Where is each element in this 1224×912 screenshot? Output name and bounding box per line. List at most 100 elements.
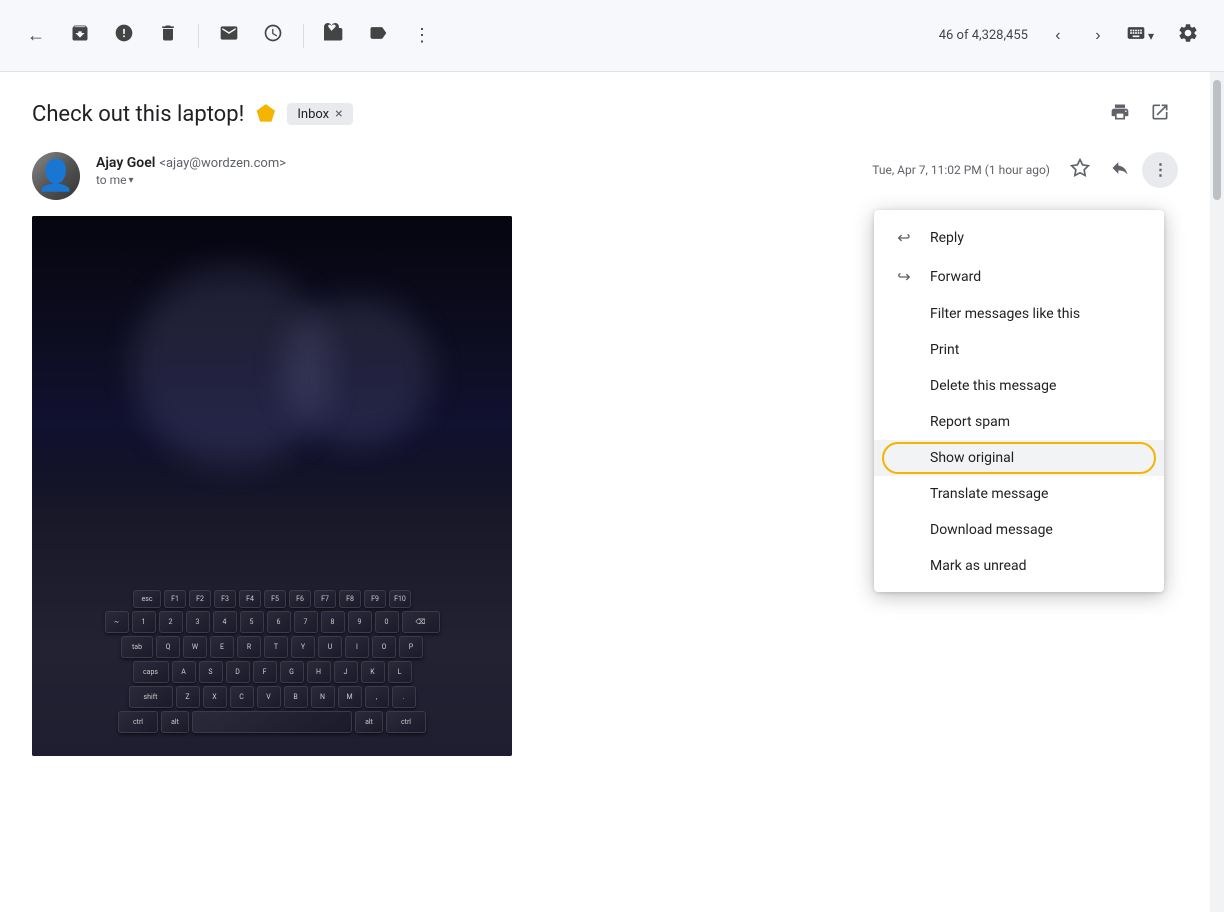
light-spot-2 xyxy=(282,296,432,446)
scrollbar[interactable] xyxy=(1210,72,1224,912)
sender-avatar xyxy=(32,152,80,200)
menu-item-filter[interactable]: Filter messages like this xyxy=(874,296,1164,332)
toolbar: ← ⋮ 46 of 4,328 xyxy=(0,0,1224,72)
print-icon xyxy=(1110,102,1130,127)
key-k: K xyxy=(361,661,385,683)
key-f2: F2 xyxy=(189,590,211,608)
email-actions: Tue, Apr 7, 11:02 PM (1 hour ago) ⋮ xyxy=(872,152,1178,188)
key-row-num: ~ 1 2 3 4 5 6 7 8 9 0 ⌫ xyxy=(42,611,502,633)
star-button[interactable] xyxy=(1062,152,1098,188)
key-comma: , xyxy=(365,686,389,708)
key-tab: tab xyxy=(121,636,153,658)
keyboard-visual: esc F1 F2 F3 F4 F5 F6 F7 F8 F9 F10 xyxy=(32,216,512,756)
menu-print-label: Print xyxy=(930,342,1144,358)
reply-button[interactable] xyxy=(1102,152,1138,188)
to-me[interactable]: to me ▾ xyxy=(96,173,856,187)
email-timestamp: Tue, Apr 7, 11:02 PM (1 hour ago) xyxy=(872,163,1050,177)
archive-button[interactable] xyxy=(60,16,100,56)
next-email-button[interactable]: › xyxy=(1080,18,1116,54)
subject-arrow-icon: ⬟ xyxy=(256,102,275,127)
print-button[interactable] xyxy=(1102,96,1138,132)
key-8: 8 xyxy=(321,611,345,633)
menu-translate-label: Translate message xyxy=(930,486,1144,502)
key-f8: F8 xyxy=(339,590,361,608)
back-button[interactable]: ← xyxy=(16,16,56,56)
mark-unread-icon xyxy=(219,23,239,48)
menu-item-delete[interactable]: Delete this message xyxy=(874,368,1164,404)
key-f7: F7 xyxy=(314,590,336,608)
key-t: T xyxy=(264,636,288,658)
menu-show-original-label: Show original xyxy=(930,450,1144,466)
open-new-window-button[interactable] xyxy=(1142,96,1178,132)
key-1: 1 xyxy=(132,611,156,633)
key-f6: F6 xyxy=(289,590,311,608)
keyboard-dropdown-icon: ▾ xyxy=(1148,29,1154,43)
subject-right xyxy=(1102,96,1178,132)
spam-icon xyxy=(114,23,134,48)
prev-email-button[interactable]: ‹ xyxy=(1040,18,1076,54)
key-f10: F10 xyxy=(389,590,411,608)
key-o: O xyxy=(372,636,396,658)
counter-display: 46 of 4,328,455 xyxy=(939,28,1028,43)
key-c: C xyxy=(230,686,254,708)
scrollbar-thumb[interactable] xyxy=(1213,80,1221,200)
inbox-tag-remove[interactable]: × xyxy=(335,106,342,122)
menu-filter-label: Filter messages like this xyxy=(930,306,1144,322)
sender-email: <ajay@wordzen.com> xyxy=(159,156,286,171)
key-v: V xyxy=(257,686,281,708)
mark-unread-button[interactable] xyxy=(209,16,249,56)
spam-button[interactable] xyxy=(104,16,144,56)
menu-item-print[interactable]: Print xyxy=(874,332,1164,368)
key-l: L xyxy=(388,661,412,683)
key-y: Y xyxy=(291,636,315,658)
key-6: 6 xyxy=(267,611,291,633)
key-r: R xyxy=(237,636,261,658)
menu-reply-label: Reply xyxy=(930,230,1144,246)
snooze-button[interactable] xyxy=(253,16,293,56)
avatar-image xyxy=(32,152,80,200)
key-f: F xyxy=(253,661,277,683)
key-z: Z xyxy=(176,686,200,708)
key-f9: F9 xyxy=(364,590,386,608)
key-shift-l: shift xyxy=(129,686,173,708)
menu-item-reply[interactable]: ↩ Reply xyxy=(874,218,1164,257)
subject-left: Check out this laptop! ⬟ Inbox × xyxy=(32,102,353,127)
key-5: 5 xyxy=(240,611,264,633)
reply-icon xyxy=(1110,158,1130,183)
label-button[interactable] xyxy=(358,16,398,56)
key-d: D xyxy=(226,661,250,683)
delete-button[interactable] xyxy=(148,16,188,56)
menu-download-label: Download message xyxy=(930,522,1144,538)
menu-item-download[interactable]: Download message xyxy=(874,512,1164,548)
inbox-tag-label: Inbox xyxy=(297,107,329,122)
menu-item-mark-unread[interactable]: Mark as unread xyxy=(874,548,1164,584)
more-dots-icon: ⋮ xyxy=(413,25,431,46)
more-toolbar-button[interactable]: ⋮ xyxy=(402,16,442,56)
back-icon: ← xyxy=(27,25,45,46)
email-image: esc F1 F2 F3 F4 F5 F6 F7 F8 F9 F10 xyxy=(32,216,512,756)
key-m: M xyxy=(338,686,362,708)
settings-button[interactable] xyxy=(1168,16,1208,56)
to-me-label: to me xyxy=(96,173,127,187)
menu-mark-unread-label: Mark as unread xyxy=(930,558,1144,574)
menu-item-forward[interactable]: ↪ Forward xyxy=(874,257,1164,296)
menu-item-report-spam[interactable]: Report spam xyxy=(874,404,1164,440)
keyboard-toggle-button[interactable]: ▾ xyxy=(1120,19,1160,52)
email-more-button[interactable]: ⋮ xyxy=(1142,152,1178,188)
key-i: I xyxy=(345,636,369,658)
email-header: Ajay Goel <ajay@wordzen.com> to me ▾ Tue… xyxy=(32,152,1178,200)
menu-item-show-original[interactable]: Show original xyxy=(874,440,1164,476)
move-button[interactable] xyxy=(314,16,354,56)
key-3: 3 xyxy=(186,611,210,633)
key-dot: . xyxy=(392,686,416,708)
inbox-tag: Inbox × xyxy=(287,103,352,125)
key-f5: F5 xyxy=(264,590,286,608)
menu-item-translate[interactable]: Translate message xyxy=(874,476,1164,512)
sender-name: Ajay Goel xyxy=(96,155,155,171)
menu-report-spam-label: Report spam xyxy=(930,414,1144,430)
key-0: 0 xyxy=(375,611,399,633)
subject-row: Check out this laptop! ⬟ Inbox × xyxy=(32,96,1178,132)
divider-2 xyxy=(303,24,304,48)
delete-icon xyxy=(158,23,178,48)
key-j: J xyxy=(334,661,358,683)
